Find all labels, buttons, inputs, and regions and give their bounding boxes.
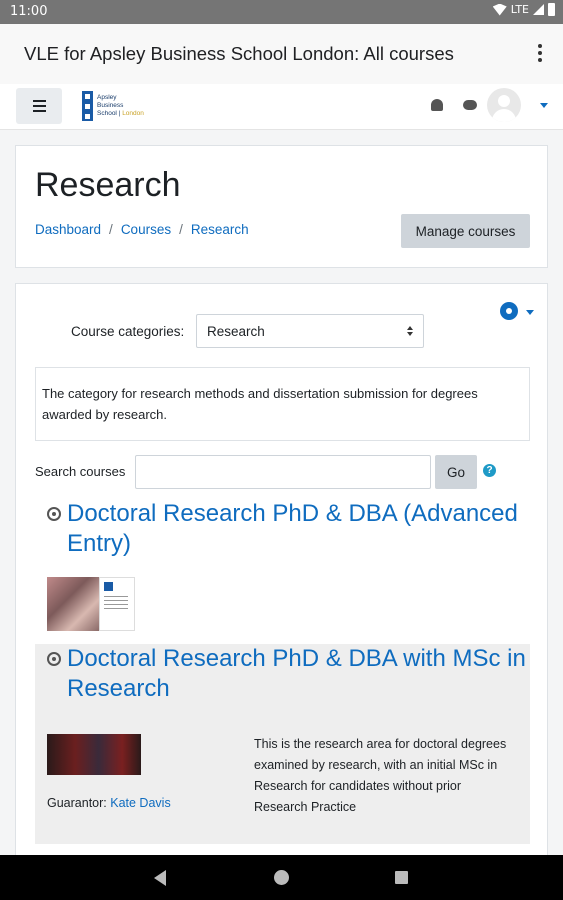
status-bar: 11:00 LTE xyxy=(0,0,563,24)
logo-text: Apsley Business School | London xyxy=(97,94,144,117)
messages-chat-icon[interactable] xyxy=(463,100,477,110)
notifications-bell-icon[interactable] xyxy=(431,99,443,111)
app-bar: VLE for Apsley Business School London: A… xyxy=(0,24,563,84)
battery-icon xyxy=(548,3,555,16)
select-arrows-icon xyxy=(407,326,413,336)
guarantor-name-link[interactable]: Kate Davis xyxy=(110,796,170,810)
signal-icon xyxy=(533,4,544,15)
course-summary: This is the research area for doctoral d… xyxy=(254,737,507,814)
recent-apps-icon[interactable] xyxy=(395,871,408,884)
page-title: Research xyxy=(35,166,181,204)
course-link-icon xyxy=(47,652,61,666)
search-courses-input[interactable] xyxy=(135,455,431,489)
more-options-icon[interactable] xyxy=(537,44,543,62)
search-go-button[interactable]: Go xyxy=(435,455,477,489)
course-image[interactable] xyxy=(47,734,141,775)
course-title-link[interactable]: Doctoral Research PhD & DBA with MSc in … xyxy=(67,644,527,704)
course-title-link[interactable]: Doctoral Research PhD & DBA (Advanced En… xyxy=(67,499,527,559)
category-content: Course categories: Research The category… xyxy=(15,283,548,863)
course-item: Doctoral Research PhD & DBA with MSc in … xyxy=(35,644,530,844)
search-courses-label: Search courses xyxy=(35,464,126,479)
course-image[interactable] xyxy=(47,577,135,631)
course-link-icon xyxy=(47,507,61,521)
menu-button[interactable] xyxy=(16,88,62,124)
manage-courses-button[interactable]: Manage courses xyxy=(401,214,530,248)
home-icon[interactable] xyxy=(274,870,289,885)
network-type: LTE xyxy=(510,3,529,16)
settings-caret-icon[interactable] xyxy=(526,310,534,315)
user-avatar[interactable] xyxy=(487,88,521,122)
page-header: Research Dashboard / Courses / Research … xyxy=(15,145,548,268)
user-menu-caret-icon[interactable] xyxy=(540,103,548,108)
category-description: The category for research methods and di… xyxy=(35,367,530,441)
guarantor-label: Guarantor: xyxy=(47,796,107,810)
logo-mark-icon xyxy=(82,91,93,121)
course-item: Doctoral Research PhD & DBA (Advanced En… xyxy=(35,499,530,631)
back-icon[interactable] xyxy=(154,870,166,886)
site-logo[interactable]: Apsley Business School | London xyxy=(82,91,144,121)
breadcrumb-courses[interactable]: Courses xyxy=(121,222,171,237)
status-icons: LTE xyxy=(492,3,555,16)
breadcrumb-dashboard[interactable]: Dashboard xyxy=(35,222,101,237)
clock: 11:00 xyxy=(10,4,48,19)
breadcrumb-separator: / xyxy=(179,222,183,237)
settings-gear-icon[interactable] xyxy=(500,302,518,320)
breadcrumb-research[interactable]: Research xyxy=(191,222,249,237)
wifi-icon xyxy=(492,3,507,16)
course-guarantor: Guarantor: Kate Davis xyxy=(47,796,171,810)
android-navigation-bar xyxy=(0,855,563,900)
breadcrumb-separator: / xyxy=(109,222,113,237)
app-title: VLE for Apsley Business School London: A… xyxy=(24,43,454,64)
course-category-selected: Research xyxy=(207,324,265,339)
site-navbar: Apsley Business School | London xyxy=(0,84,563,130)
help-icon[interactable]: ? xyxy=(483,464,496,477)
course-category-select[interactable]: Research xyxy=(196,314,424,348)
course-categories-label: Course categories: xyxy=(71,324,185,339)
breadcrumb: Dashboard / Courses / Research xyxy=(35,222,249,237)
